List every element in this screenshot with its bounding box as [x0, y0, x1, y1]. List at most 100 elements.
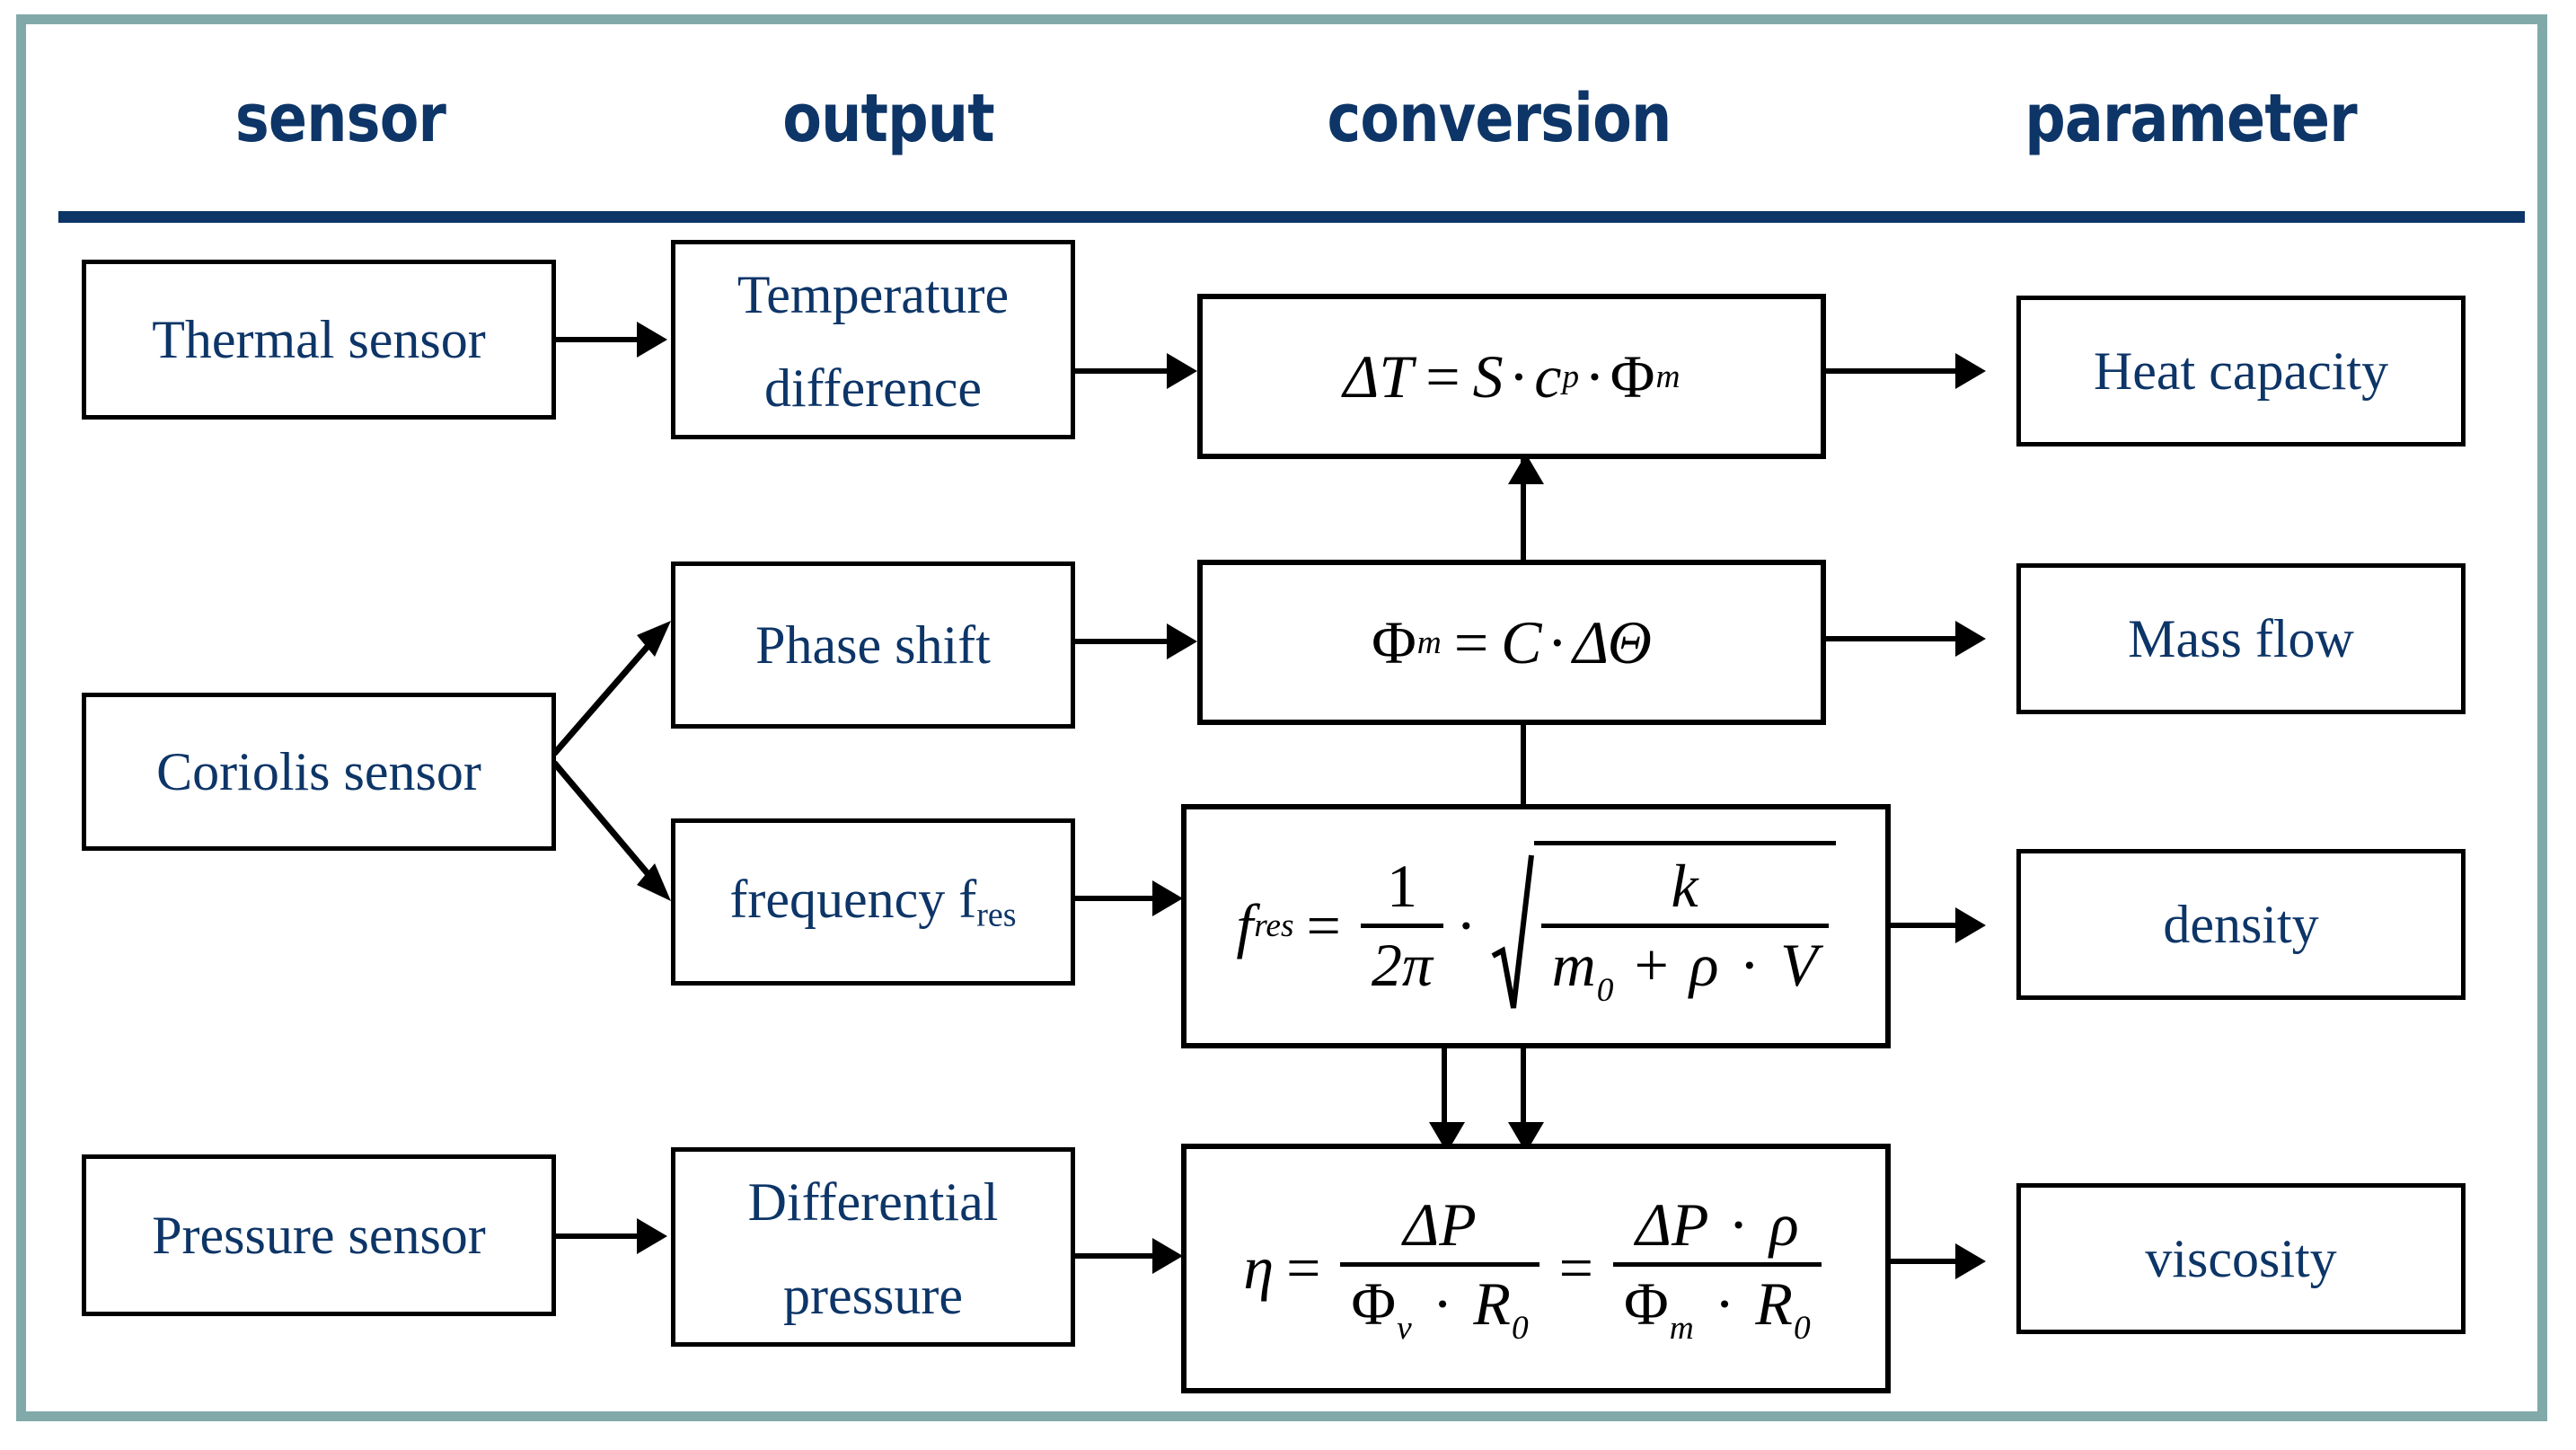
node-temperature-difference-line2: difference	[763, 358, 983, 418]
connector-diffpressure-to-viscosity-eq	[1075, 1253, 1152, 1259]
phi-m-subscript: m	[1416, 623, 1442, 661]
plus-sign: +	[1634, 931, 1669, 1000]
C-symbol: C	[1501, 607, 1542, 676]
arrowhead-thermal-to-output	[637, 322, 667, 358]
radicand-numerator-k: k	[1671, 852, 1698, 921]
connector-coriolis-to-phase-shift	[551, 617, 689, 761]
node-differential-pressure-line2: pressure	[783, 1266, 963, 1325]
node-pressure-sensor[interactable]: Pressure sensor	[82, 1154, 556, 1316]
phi-symbol: Φ	[1610, 341, 1655, 411]
node-thermal-sensor[interactable]: Thermal sensor	[82, 260, 556, 420]
connector-output-to-heat-eq	[1075, 368, 1167, 374]
phi-subscript-m: m	[1655, 358, 1681, 395]
formula-viscosity-equation[interactable]: η = ΔP Φv · R0 = ΔP · ρ Φm · R0	[1181, 1144, 1891, 1393]
column-header-sensor: sensor	[234, 80, 446, 157]
frequency-subscript-res: res	[976, 896, 1017, 934]
formula-mass-flow-expression: Φm = C · ΔΘ	[1372, 607, 1652, 678]
f-symbol: f	[1236, 891, 1254, 960]
multiply-dot-2: ·	[1584, 341, 1605, 411]
node-differential-pressure[interactable]: Differential pressure	[671, 1147, 1075, 1347]
column-header-parameter: parameter	[2025, 80, 2357, 157]
node-differential-pressure-line1: Differential	[747, 1172, 999, 1232]
equals-sign-fres: =	[1306, 891, 1341, 960]
node-density[interactable]: density	[2016, 849, 2466, 1000]
formula-viscosity-expression: η = ΔP Φv · R0 = ΔP · ρ Φm · R0	[1243, 1188, 1828, 1350]
R-symbol-f2: R	[1755, 1269, 1793, 1338]
node-coriolis-sensor-label: Coriolis sensor	[156, 742, 481, 801]
multiply-dot-massflow: ·	[1547, 607, 1568, 676]
node-frequency-fres-label: frequency fres	[729, 872, 1016, 933]
node-temperature-difference-line1: Temperature	[737, 265, 1010, 324]
column-header-output: output	[782, 80, 994, 157]
node-density-label: density	[2163, 895, 2319, 954]
frequency-text: frequency f	[729, 869, 977, 929]
node-frequency-fres[interactable]: frequency fres	[671, 818, 1075, 986]
R-subscript-f1: 0	[1511, 1310, 1529, 1348]
node-mass-flow[interactable]: Mass flow	[2016, 563, 2466, 714]
formula-heat-capacity-equation[interactable]: ΔT = S · cp · Φm	[1197, 294, 1826, 459]
connector-massflow-eq-to-parameter	[1826, 636, 1955, 641]
node-pressure-sensor-label: Pressure sensor	[152, 1206, 486, 1265]
viscosity-f2-denominator: Φm · R0	[1613, 1267, 1822, 1350]
arrowhead-frequency-to-fres-eq	[1152, 880, 1183, 916]
connector-coriolis-to-frequency	[551, 759, 689, 912]
diagram-page: sensor output conversion parameter Therm…	[0, 0, 2576, 1450]
node-viscosity-label: viscosity	[2145, 1229, 2337, 1288]
connector-phase-shift-to-massflow-eq	[1075, 639, 1167, 644]
radicand-denominator: m0 + ρ · V	[1541, 928, 1829, 1012]
phi-m-symbol: Φ	[1372, 607, 1416, 676]
S-symbol: S	[1472, 341, 1504, 411]
node-mass-flow-label: Mass flow	[2128, 609, 2354, 668]
c-symbol: c	[1534, 341, 1562, 411]
multiply-dot-radicand: ·	[1739, 931, 1760, 1000]
node-heat-capacity[interactable]: Heat capacity	[2016, 296, 2466, 446]
arrowhead-viscosity-eq-to-parameter	[1955, 1243, 1986, 1279]
fraction-k-over-m: k m0 + ρ · V	[1540, 849, 1829, 1012]
formula-fres-expression: f res = 1 2π · k m0 + ρ · V	[1236, 841, 1836, 1012]
node-thermal-sensor-label: Thermal sensor	[152, 310, 486, 369]
f-subscript-res: res	[1254, 907, 1294, 945]
arrowhead-pressure-to-output	[637, 1218, 667, 1254]
arrowhead-diffpressure-to-viscosity-eq	[1152, 1238, 1183, 1274]
node-coriolis-sensor[interactable]: Coriolis sensor	[82, 693, 556, 851]
phi-m-symbol-f2: Φ	[1624, 1269, 1669, 1338]
connector-massflow-down-upper	[1521, 725, 1526, 804]
diagram-frame: sensor output conversion parameter Therm…	[16, 14, 2547, 1421]
arrowhead-fres-eq-to-density	[1955, 907, 1986, 943]
phi-v-symbol: Φ	[1351, 1269, 1397, 1338]
connector-thermal-to-output	[556, 337, 637, 342]
viscosity-f1-numerator: ΔP	[1403, 1189, 1477, 1259]
arrowhead-heat-eq-to-parameter	[1955, 353, 1986, 389]
R-symbol-f1: R	[1473, 1269, 1511, 1338]
V-symbol: V	[1780, 931, 1818, 1000]
eta-symbol: η	[1243, 1233, 1275, 1303]
fraction-one-over-two-pi: 1 2π	[1360, 849, 1443, 1003]
phi-v-subscript: v	[1397, 1310, 1412, 1348]
fraction-numerator-1: 1	[1386, 852, 1417, 921]
node-temperature-difference[interactable]: Temperature difference	[671, 240, 1075, 439]
multiply-dot-f2-num: ·	[1728, 1189, 1749, 1259]
arrowhead-phase-shift-to-massflow-eq	[1167, 623, 1197, 659]
fraction-dp-rho-over-phim-r0: ΔP · ρ Φm · R0	[1613, 1188, 1822, 1350]
delta-P-symbol-f2: ΔP	[1636, 1189, 1708, 1259]
connector-frequency-to-fres-eq	[1075, 896, 1154, 901]
viscosity-f1-denominator: Φv · R0	[1340, 1267, 1539, 1350]
connector-viscosity-eq-to-parameter	[1891, 1259, 1955, 1264]
c-subscript-p: p	[1562, 358, 1580, 395]
arrowhead-output-to-heat-eq	[1167, 353, 1197, 389]
arrowhead-massflow-eq-to-parameter	[1955, 621, 1986, 657]
equals-sign-viscosity-1: =	[1286, 1233, 1321, 1303]
formula-mass-flow-equation[interactable]: Φm = C · ΔΘ	[1197, 560, 1826, 725]
multiply-dot-fres: ·	[1455, 891, 1477, 960]
fraction-denominator-2pi: 2π	[1371, 931, 1433, 1000]
header-divider	[58, 211, 2525, 223]
rho-symbol-f2: ρ	[1769, 1189, 1799, 1259]
node-phase-shift[interactable]: Phase shift	[671, 561, 1075, 729]
radical-sign-icon	[1491, 841, 1534, 1012]
node-viscosity[interactable]: viscosity	[2016, 1183, 2466, 1334]
viscosity-f2-numerator: ΔP · ρ	[1625, 1188, 1810, 1262]
equals-sign-massflow: =	[1453, 607, 1489, 676]
m-symbol: m	[1551, 931, 1596, 1000]
multiply-dot-f2-den: ·	[1714, 1269, 1735, 1338]
formula-fres-equation[interactable]: f res = 1 2π · k m0 + ρ · V	[1181, 804, 1891, 1048]
